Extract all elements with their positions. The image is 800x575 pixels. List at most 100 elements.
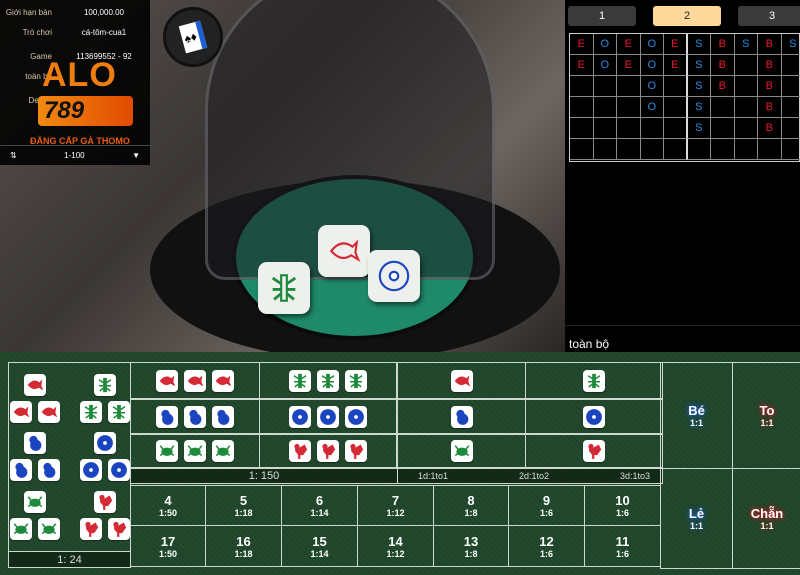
shrimp-icon xyxy=(107,400,130,423)
roadmap-cell: B xyxy=(711,34,735,55)
roadmap-cell: O xyxy=(640,76,664,97)
any-triple-group xyxy=(7,373,133,423)
sort-icon[interactable]: ⇅ xyxy=(10,151,17,160)
total-bet-13[interactable]: 13 1:8 xyxy=(433,525,509,567)
bet-odd[interactable]: Lẻ 1:1 xyxy=(660,468,733,569)
crab-icon xyxy=(212,440,234,462)
bet-small[interactable]: Bé 1:1 xyxy=(660,362,733,469)
card-game-switch-button[interactable]: ♠♦ xyxy=(163,7,223,67)
roadmap-tab-2[interactable]: 2 xyxy=(653,6,721,26)
roadmap-grid: EEOOEEOOOOEESSSSSBBBSBBBBBS xyxy=(569,33,800,162)
total-bet-5[interactable]: 5 1:18 xyxy=(205,485,282,526)
total-bet-7[interactable]: 7 1:12 xyxy=(357,485,434,526)
any-triple-odds: 1: 24 xyxy=(8,551,131,568)
roadmap-cell: O xyxy=(593,55,617,76)
total-bet-6[interactable]: 6 1:14 xyxy=(281,485,358,526)
coin-icon xyxy=(79,459,102,482)
shrimp-icon xyxy=(289,369,311,392)
triple-bet-fish[interactable] xyxy=(130,362,260,399)
shrimp-icon xyxy=(345,369,367,392)
total-bet-9[interactable]: 9 1:6 xyxy=(508,485,585,526)
single-bet-shrimp[interactable] xyxy=(525,362,663,399)
bet-big[interactable]: To 1:1 xyxy=(732,362,800,469)
triple-pyramid-gourd xyxy=(7,432,63,482)
pyramid-bottom xyxy=(77,518,133,541)
total-bet-12[interactable]: 12 1:6 xyxy=(508,525,585,567)
roadmap-cell xyxy=(687,139,711,160)
single-bet-gourd[interactable] xyxy=(397,399,526,434)
info-label: Game xyxy=(30,51,52,61)
rooster-icon xyxy=(289,440,311,462)
total-bet-8[interactable]: 8 1:8 xyxy=(433,485,509,526)
total-bet-16[interactable]: 16 1:18 xyxy=(205,525,282,567)
info-row: toàn bộ xyxy=(0,66,150,86)
coin-icon xyxy=(289,405,311,428)
roadmap-cell xyxy=(617,97,641,118)
roadmap-cell: O xyxy=(640,55,664,76)
roadmap-cell: S xyxy=(687,118,711,139)
range-selector[interactable]: ⇅ 1-100 ▼ xyxy=(0,145,150,165)
total-bet-10[interactable]: 10 1:6 xyxy=(584,485,661,526)
triple-odds: 1: 150 xyxy=(130,468,398,484)
total-bet-17[interactable]: 17 1:50 xyxy=(130,525,206,567)
single-bet-fish[interactable] xyxy=(397,362,526,399)
bet-even[interactable]: Chẵn 1:1 xyxy=(732,468,800,569)
total-number: 12 xyxy=(539,533,554,549)
total-odds: 1:12 xyxy=(386,508,405,518)
total-bet-14[interactable]: 14 1:12 xyxy=(357,525,434,567)
any-triple-bet[interactable] xyxy=(8,362,131,552)
info-value: 100,000.00 xyxy=(83,7,125,17)
total-odds: 1:18 xyxy=(234,508,253,518)
roadmap-cell xyxy=(734,76,758,97)
total-odds: 1:6 xyxy=(539,548,553,559)
total-bet-4[interactable]: 4 1:50 xyxy=(130,485,206,526)
roadmap-cell: S xyxy=(734,34,758,55)
range-value: 1-100 xyxy=(64,151,85,160)
roadmap-cell: B xyxy=(711,76,735,97)
triple-bet-gourd[interactable] xyxy=(130,399,260,434)
shrimp-icon xyxy=(583,369,605,392)
divider xyxy=(565,325,800,326)
info-row: Game 113699552 - 92 xyxy=(0,46,150,66)
single-odds-label: 2d:1to2 xyxy=(518,471,550,481)
roadmap-filter-label[interactable]: toàn bộ xyxy=(569,337,609,351)
coin-icon xyxy=(583,405,605,428)
roadmap-cell xyxy=(664,97,688,118)
crab-icon xyxy=(450,440,473,462)
total-odds: 1:6 xyxy=(615,548,629,559)
triple-pyramid-coin xyxy=(77,432,133,482)
info-label: Trò chơi xyxy=(22,27,52,37)
roadmap-cell: E xyxy=(570,55,594,76)
roadmap-tab-3[interactable]: 3 xyxy=(738,6,800,26)
roadmap-cell: S xyxy=(687,76,711,97)
pyramid-top xyxy=(91,373,119,399)
single-bet-coin[interactable] xyxy=(525,399,663,434)
fish-icon xyxy=(23,373,46,396)
roadmap-cell: E xyxy=(617,55,641,76)
triple-bet-rooster[interactable] xyxy=(259,434,397,468)
crab-icon xyxy=(9,518,32,541)
roadmap-cell xyxy=(570,97,594,118)
crab-icon xyxy=(156,440,178,462)
triple-pyramid-fish xyxy=(7,373,63,423)
die-coin xyxy=(368,250,420,302)
triple-bet-crab[interactable] xyxy=(130,434,260,468)
roadmap-cell xyxy=(593,139,617,160)
fish-icon xyxy=(156,369,178,392)
roadmap-cell xyxy=(570,76,594,97)
total-number: 8 xyxy=(467,493,475,508)
roadmap-cell xyxy=(617,76,641,97)
roadmap-tab-1[interactable]: 1 xyxy=(568,6,636,26)
rooster-icon xyxy=(583,440,605,462)
triple-bet-shrimp[interactable] xyxy=(259,362,397,399)
triple-bet-coin[interactable] xyxy=(259,399,397,434)
total-bet-11[interactable]: 11 1:6 xyxy=(584,525,661,567)
pyramid-bottom xyxy=(7,518,63,541)
fish-icon xyxy=(37,400,60,423)
chevron-down-icon[interactable]: ▼ xyxy=(132,151,140,160)
total-number: 4 xyxy=(164,493,172,508)
single-bet-crab[interactable] xyxy=(397,434,526,468)
triple-pyramid-crab xyxy=(7,491,63,541)
total-bet-15[interactable]: 15 1:14 xyxy=(281,525,358,567)
single-bet-rooster[interactable] xyxy=(525,434,663,468)
